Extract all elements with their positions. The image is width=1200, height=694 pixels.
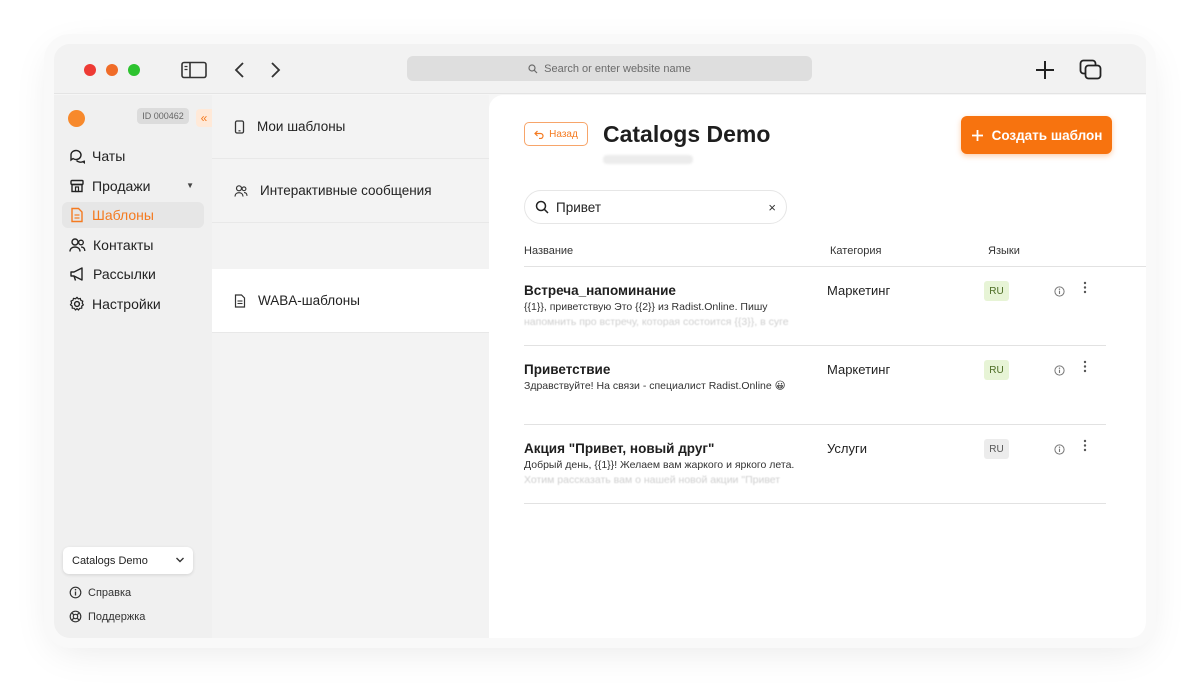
sidebar-item-templates[interactable]: Шаблоны [62, 202, 204, 228]
create-template-label: Создать шаблон [991, 127, 1103, 143]
template-preview-more: Хотим рассказать вам о нашей новой акции… [524, 474, 781, 486]
megaphone-icon [70, 267, 83, 281]
submenu-item-label: Мои шаблоны [257, 119, 346, 134]
app-sidebar: ID 000462 « Чаты Продажи ▼ Шаблоны Конта… [54, 95, 212, 638]
help-link[interactable]: Справка [69, 586, 131, 599]
forward-arrow-icon[interactable] [262, 57, 288, 83]
workspace-selector[interactable]: Catalogs Demo [63, 547, 193, 574]
support-label: Поддержка [88, 610, 146, 623]
sidebar-item-label: Шаблоны [92, 207, 154, 223]
info-icon[interactable] [1054, 365, 1065, 376]
account-id-badge: ID 000462 [137, 108, 189, 124]
back-label: Назад [549, 128, 578, 140]
template-preview: {{1}}, приветствую Это {{2}} из Radist.O… [524, 301, 768, 313]
more-options-icon[interactable] [1083, 360, 1087, 373]
clear-search-icon[interactable]: × [768, 200, 776, 215]
submenu-item-label: WABA-шаблоны [258, 293, 360, 308]
info-icon [69, 586, 82, 599]
chat-icon [70, 149, 85, 164]
document-icon [234, 293, 246, 308]
sidebar-item-label: Продажи [92, 177, 151, 194]
collapse-sidebar-button[interactable]: « [196, 109, 212, 127]
chevron-down-icon [176, 557, 184, 563]
template-preview: Добрый день, {{1}}! Желаем вам жаркого и… [524, 459, 795, 471]
template-preview-more: напомнить про встречу, которая состоится… [524, 316, 789, 328]
submenu-item-interactive[interactable]: Интерактивные сообщения [212, 159, 489, 223]
help-label: Справка [88, 586, 132, 599]
sidebar-item-label: Контакты [93, 236, 154, 253]
sidebar-item-contacts[interactable]: Контакты [62, 232, 204, 258]
more-options-icon[interactable] [1083, 439, 1087, 452]
template-preview: Здравствуйте! На связи - специалист Radi… [524, 380, 786, 392]
submenu-item-waba-templates[interactable]: WABA-шаблоны [212, 269, 489, 333]
back-button[interactable]: Назад [524, 122, 588, 146]
more-options-icon[interactable] [1083, 281, 1087, 294]
info-icon[interactable] [1054, 286, 1065, 297]
template-name: Встреча_напоминание [524, 283, 676, 298]
gear-icon [69, 296, 84, 311]
search-icon [528, 63, 538, 73]
page-title: Catalogs Demo [603, 121, 771, 147]
maximize-window-button[interactable] [128, 64, 140, 76]
templates-main-panel: Назад Catalogs Demo Создать шаблон × Наз… [489, 95, 1146, 638]
language-badge: RU [984, 360, 1009, 380]
sidebar-toggle-icon[interactable] [181, 57, 207, 83]
column-header-category: Категория [830, 245, 882, 257]
support-link[interactable]: Поддержка [69, 610, 145, 623]
new-tab-icon[interactable] [1032, 57, 1058, 83]
url-bar[interactable]: Search or enter website name [407, 56, 812, 81]
plus-icon [971, 129, 983, 141]
sidebar-item-label: Рассылки [93, 266, 156, 282]
minimize-window-button[interactable] [106, 64, 118, 76]
template-category: Услуги [827, 441, 867, 456]
column-header-languages: Языки [988, 245, 1020, 257]
submenu-item-my-templates[interactable]: Мои шаблоны [212, 95, 489, 159]
url-placeholder: Search or enter website name [544, 62, 691, 75]
template-category: Маркетинг [827, 283, 891, 298]
chevron-down-icon[interactable]: ▼ [186, 181, 194, 190]
info-icon[interactable] [1054, 444, 1065, 455]
brand-logo-icon [68, 110, 85, 127]
store-icon [70, 179, 84, 192]
templates-submenu: Мои шаблоны Интерактивные сообщения WABA… [212, 95, 489, 638]
table-row[interactable]: Приветствие Здравствуйте! На связи - спе… [524, 346, 1106, 425]
blurred-subtitle [603, 155, 693, 164]
browser-toolbar: Search or enter website name [54, 44, 1146, 94]
template-category: Маркетинг [827, 362, 891, 377]
workspace-name: Catalogs Demo [72, 554, 148, 567]
sidebar-item-sales[interactable]: Продажи ▼ [62, 173, 204, 199]
search-input[interactable] [556, 199, 746, 215]
tabs-overview-icon[interactable] [1078, 57, 1104, 83]
phone-icon [234, 119, 245, 134]
back-arrow-icon[interactable] [227, 57, 253, 83]
template-search: × [524, 190, 787, 224]
people-icon [69, 237, 86, 252]
browser-window: Search or enter website name ID 000462 «… [54, 44, 1146, 638]
template-name: Акция "Привет, новый друг" [524, 441, 715, 456]
search-icon [535, 200, 549, 214]
sidebar-nav: Чаты Продажи ▼ Шаблоны Контакты Рассылки [62, 143, 204, 320]
language-badge: RU [984, 281, 1009, 301]
column-header-name: Название [524, 245, 574, 257]
document-icon [71, 207, 83, 223]
table-row[interactable]: Акция "Привет, новый друг" Добрый день, … [524, 425, 1106, 504]
sidebar-item-settings[interactable]: Настройки [62, 291, 204, 317]
language-badge: RU [984, 439, 1009, 459]
people-icon [234, 184, 248, 197]
sidebar-item-label: Настройки [92, 295, 161, 312]
submenu-item-label: Интерактивные сообщения [260, 183, 432, 198]
table-row[interactable]: Встреча_напоминание {{1}}, приветствую Э… [524, 267, 1106, 346]
sidebar-item-label: Чаты [92, 148, 126, 164]
template-name: Приветствие [524, 362, 611, 377]
lifebuoy-icon [69, 610, 82, 623]
sidebar-item-broadcasts[interactable]: Рассылки [62, 261, 204, 287]
return-arrow-icon [534, 130, 544, 139]
create-template-button[interactable]: Создать шаблон [961, 116, 1112, 154]
sidebar-item-chats[interactable]: Чаты [62, 143, 204, 169]
close-window-button[interactable] [84, 64, 96, 76]
